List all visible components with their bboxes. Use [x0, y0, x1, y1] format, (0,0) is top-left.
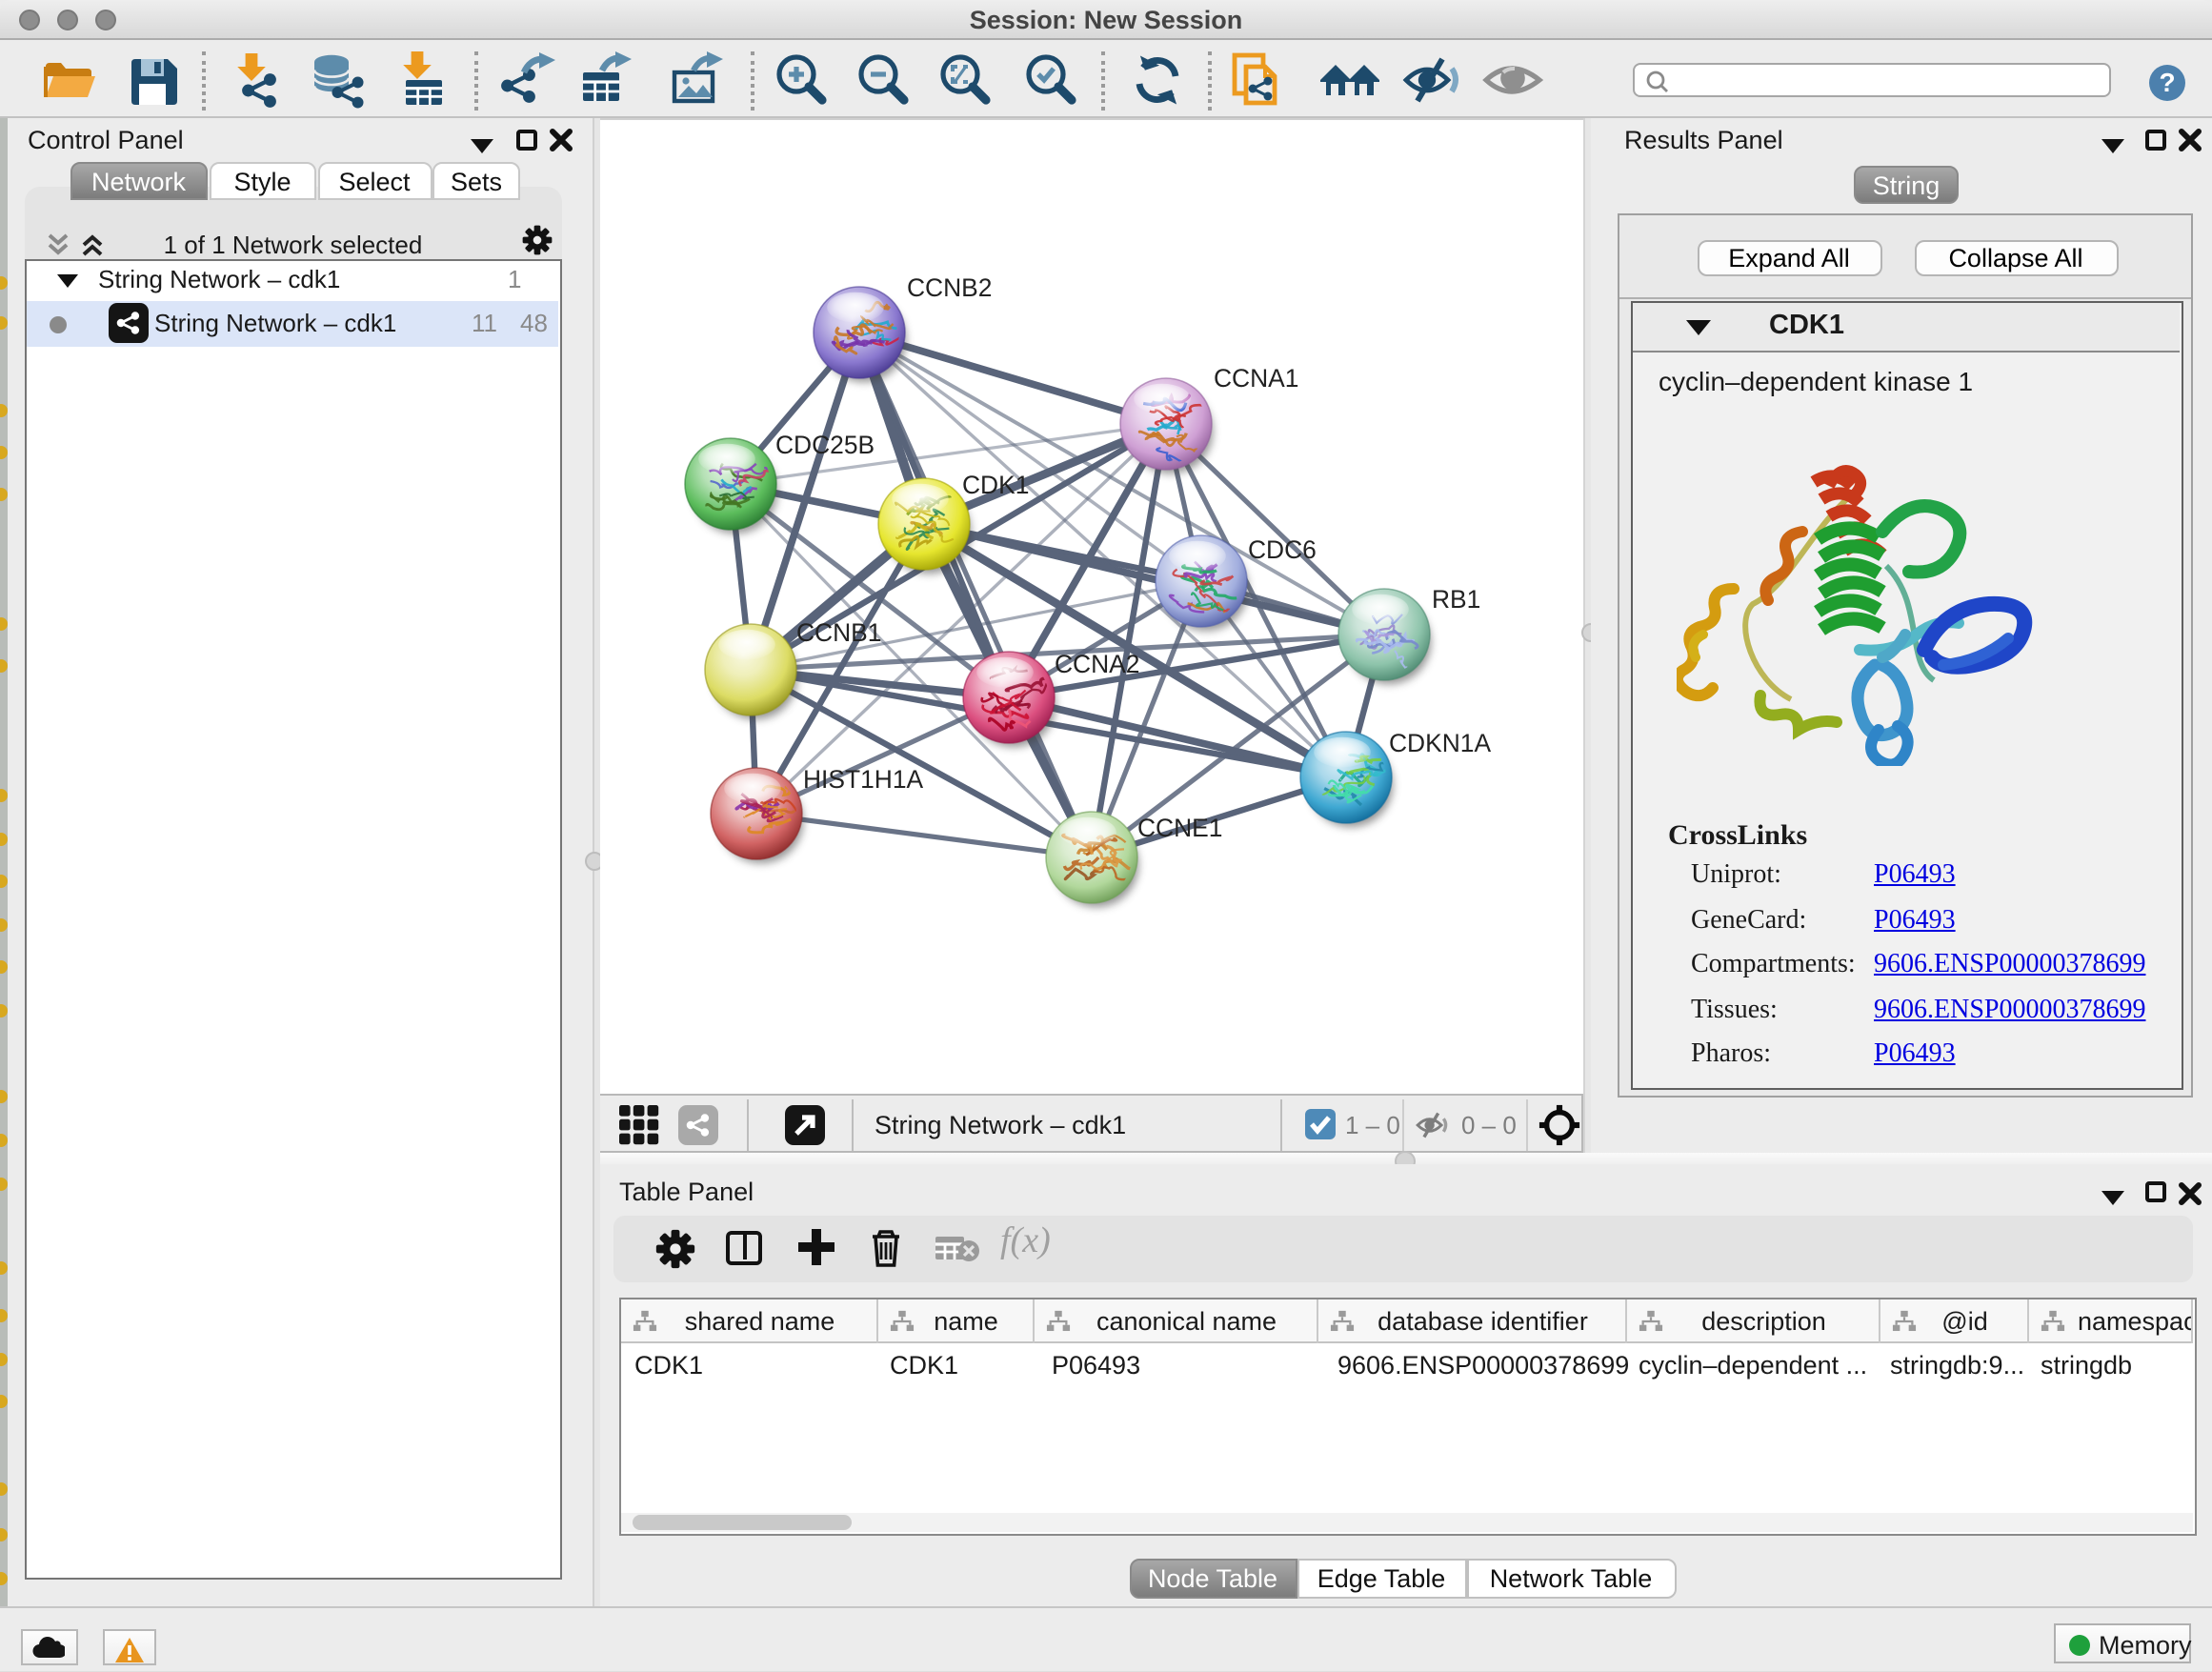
svg-text:CDC25B: CDC25B [775, 431, 875, 459]
svg-text:CDK1: CDK1 [962, 471, 1029, 499]
svg-text:CCNB2: CCNB2 [907, 273, 992, 302]
svg-text:RB1: RB1 [1432, 585, 1480, 614]
svg-text:HIST1H1A: HIST1H1A [803, 765, 924, 794]
svg-text:CCNE1: CCNE1 [1137, 814, 1222, 842]
svg-text:CDKN1A: CDKN1A [1389, 729, 1491, 757]
svg-text:CDC6: CDC6 [1248, 535, 1317, 564]
svg-text:CCNA2: CCNA2 [1055, 650, 1139, 678]
svg-text:CCNA1: CCNA1 [1214, 364, 1298, 393]
svg-text:CCNB1: CCNB1 [796, 618, 881, 647]
